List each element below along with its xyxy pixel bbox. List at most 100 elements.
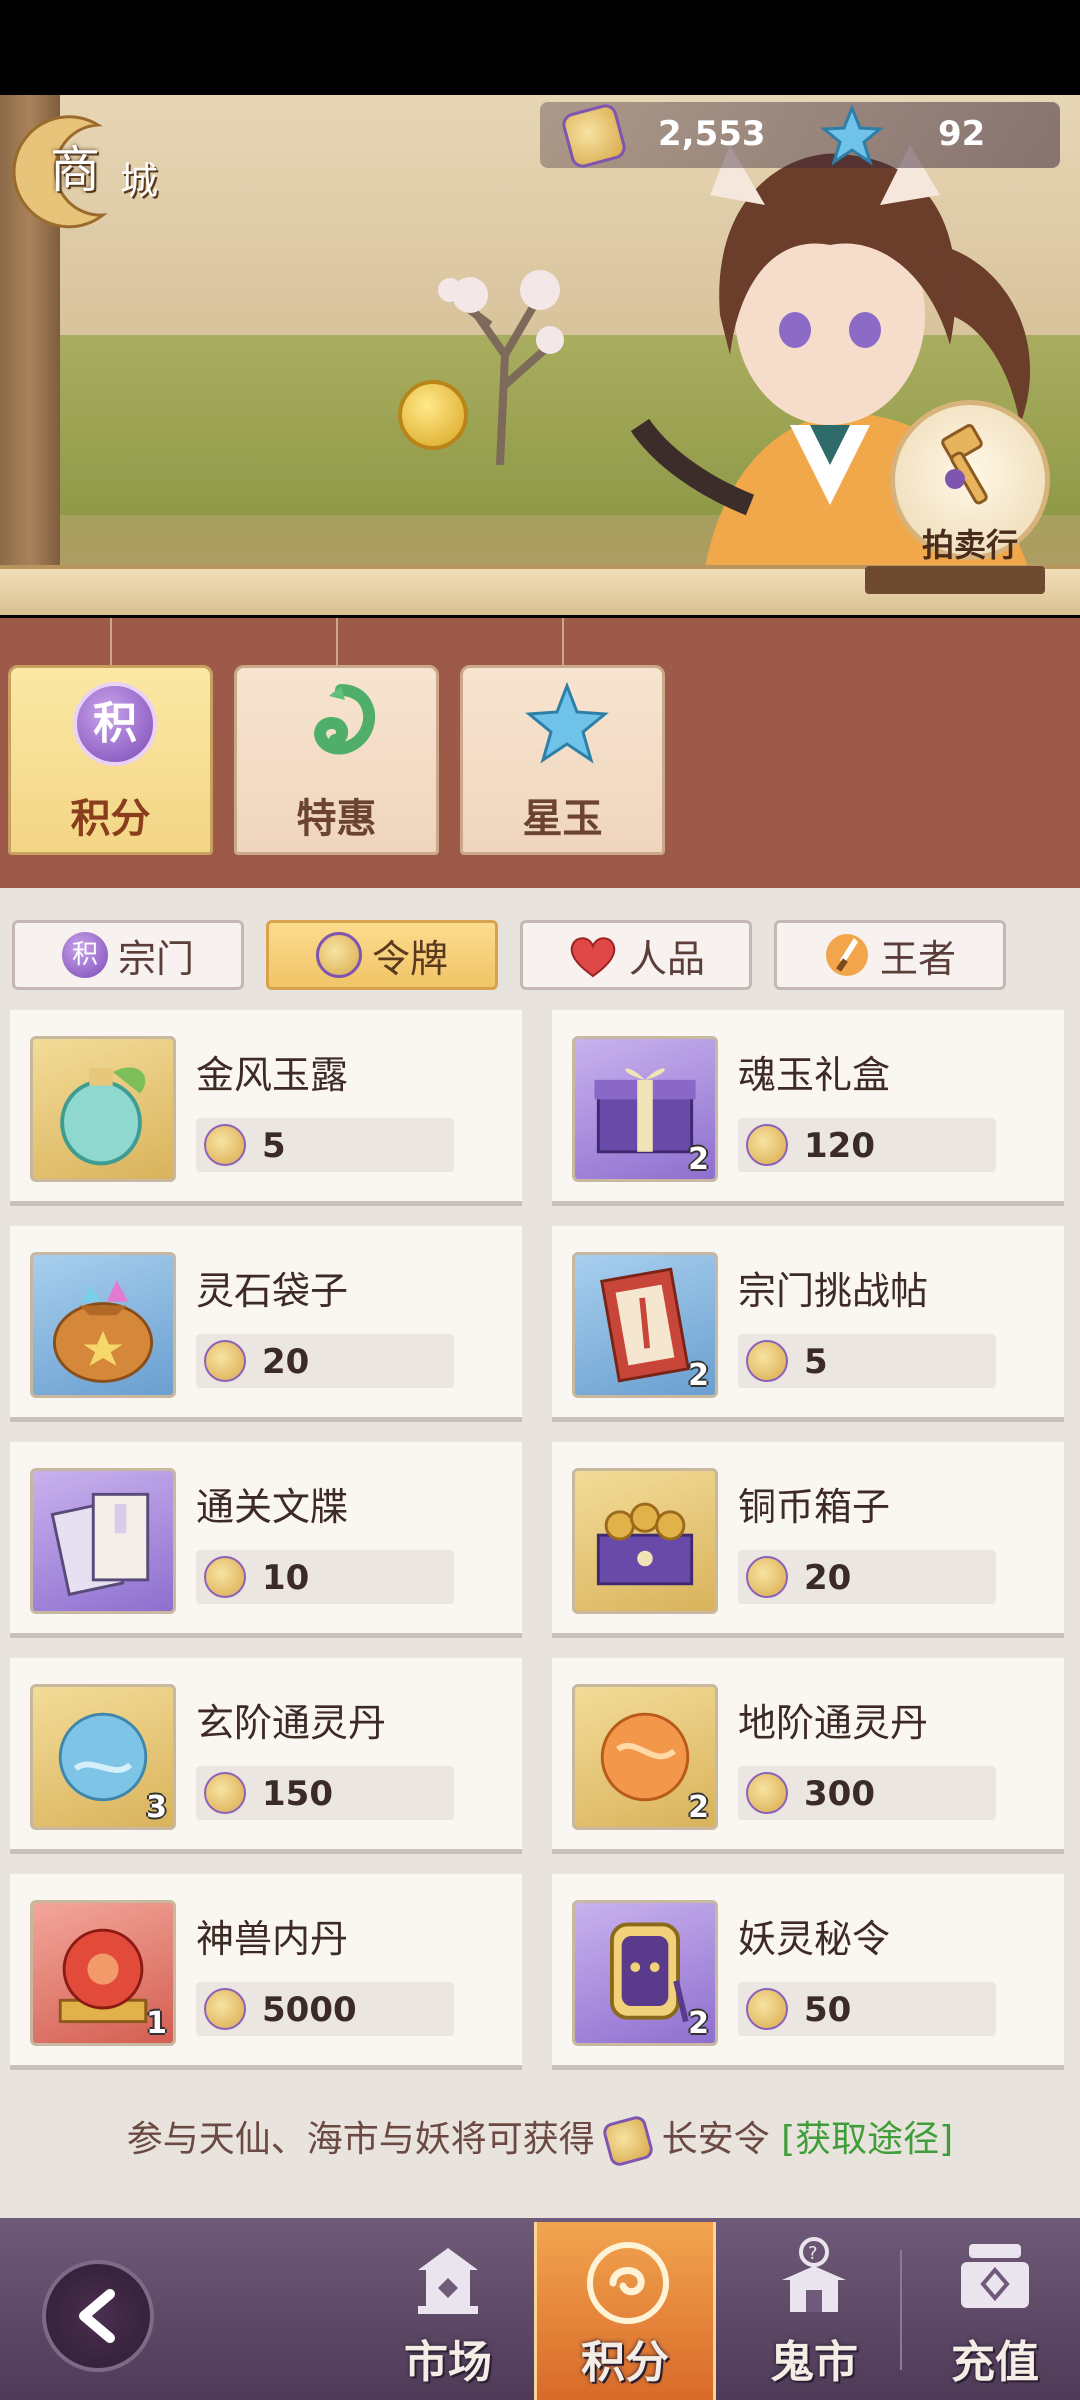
category-tab-points[interactable]: 积 积分 xyxy=(8,665,213,855)
item-price: 120 xyxy=(804,1126,875,1166)
item-card[interactable]: 2 地阶通灵丹 300 xyxy=(552,1658,1064,1854)
item-image xyxy=(30,1252,176,1398)
category-tab-star-jade[interactable]: 星玉 xyxy=(460,665,665,855)
item-price: 5000 xyxy=(262,1990,357,2030)
token-price-icon xyxy=(746,1772,788,1814)
sub-tab-king[interactable]: 王者 xyxy=(774,920,1006,990)
nav-label: 充值 xyxy=(951,2337,1039,2388)
token-price-icon xyxy=(746,1988,788,2030)
item-price-bar: 5000 xyxy=(196,1982,454,2036)
item-price-bar: 150 xyxy=(196,1766,454,1820)
nav-points[interactable]: 积分 xyxy=(534,2222,716,2400)
earn-hint: 参与天仙、海市与妖将可获得 长安令 [获取途径] xyxy=(0,2110,1080,2168)
earn-hint-prefix: 参与天仙、海市与妖将可获得 xyxy=(126,2119,595,2160)
gavel-icon xyxy=(941,424,988,505)
token-price-icon xyxy=(746,1124,788,1166)
item-card[interactable]: 金风玉露 5 xyxy=(10,1010,522,1206)
svg-text:?: ? xyxy=(808,2243,818,2264)
item-price-bar: 20 xyxy=(196,1334,454,1388)
item-card[interactable]: 通关文牒 10 xyxy=(10,1442,522,1638)
item-price-bar: 20 xyxy=(738,1550,996,1604)
item-image: 1 xyxy=(30,1900,176,2046)
item-price: 20 xyxy=(262,1342,310,1382)
sub-tab-token[interactable]: 令牌 xyxy=(266,920,498,990)
item-card[interactable]: 3 玄阶通灵丹 150 xyxy=(10,1658,522,1854)
sub-tab-label: 宗门 xyxy=(117,936,194,981)
item-price: 300 xyxy=(804,1774,875,1814)
sub-tab-label: 人品 xyxy=(628,936,705,981)
star-jade-icon xyxy=(525,682,609,764)
item-price: 20 xyxy=(804,1558,852,1598)
item-quantity: 2 xyxy=(688,1358,709,1393)
star-jade-currency-icon xyxy=(820,104,884,166)
item-image: 3 xyxy=(30,1684,176,1830)
hanging-string xyxy=(110,618,112,668)
gold-coin-icon xyxy=(398,380,468,450)
item-quantity: 2 xyxy=(688,2006,709,2041)
back-arrow-icon xyxy=(79,2289,115,2343)
item-name: 地阶通灵丹 xyxy=(738,1701,929,1745)
sub-tab-sect[interactable]: 积 宗门 xyxy=(12,920,244,990)
item-name: 金风玉露 xyxy=(196,1053,349,1097)
star-jade-balance: 92 xyxy=(938,114,986,154)
item-price-bar: 5 xyxy=(196,1118,454,1172)
item-name: 铜币箱子 xyxy=(738,1485,891,1529)
item-quantity: 1 xyxy=(146,2006,167,2041)
nav-market[interactable]: 市场 xyxy=(368,2222,528,2400)
item-quantity: 2 xyxy=(688,1790,709,1825)
sub-tab-label: 令牌 xyxy=(371,936,448,981)
item-name: 魂玉礼盒 xyxy=(738,1053,891,1097)
token-balance: 2,553 xyxy=(658,114,766,154)
item-card[interactable]: 灵石袋子 20 xyxy=(10,1226,522,1422)
pass-document-icon xyxy=(50,1492,150,1597)
ghost-market-icon: ? xyxy=(782,2237,846,2312)
sub-tab-character[interactable]: 人品 xyxy=(520,920,752,990)
item-quantity: 3 xyxy=(146,1790,167,1825)
token-price-icon xyxy=(204,1556,246,1598)
sword-icon xyxy=(825,934,868,976)
heart-icon xyxy=(570,937,616,978)
item-price-bar: 300 xyxy=(738,1766,996,1820)
nav-label: 积分 xyxy=(581,2337,669,2388)
category-label: 星玉 xyxy=(522,796,603,842)
market-icon xyxy=(418,2248,478,2314)
item-price-bar: 120 xyxy=(738,1118,996,1172)
item-name: 灵石袋子 xyxy=(196,1269,349,1313)
item-image: 2 xyxy=(572,1900,718,2046)
item-price-bar: 50 xyxy=(738,1982,996,2036)
nav-recharge[interactable]: 充值 xyxy=(915,2222,1075,2400)
token-price-icon xyxy=(204,1988,246,2030)
sect-icon: 积 xyxy=(61,932,108,978)
item-price: 150 xyxy=(262,1774,333,1814)
item-name: 玄阶通灵丹 xyxy=(196,1701,387,1745)
category-tab-special[interactable]: 特惠 xyxy=(234,665,439,855)
shop-title: 商 xyxy=(50,141,100,199)
item-image: 2 xyxy=(572,1684,718,1830)
how-to-get-link[interactable]: [获取途径] xyxy=(781,2119,953,2160)
item-image: 2 xyxy=(572,1252,718,1398)
item-card[interactable]: 2 宗门挑战帖 5 xyxy=(552,1226,1064,1422)
back-button[interactable] xyxy=(42,2260,154,2372)
jade-dragon-icon xyxy=(314,684,376,755)
item-card[interactable]: 1 神兽内丹 5000 xyxy=(10,1874,522,2070)
hanging-string xyxy=(562,618,564,668)
points-icon: 积 xyxy=(73,682,157,766)
nav-ghost-market[interactable]: ? 鬼市 xyxy=(734,2222,894,2400)
item-card[interactable]: 2 魂玉礼盒 120 xyxy=(552,1010,1064,1206)
token-icon xyxy=(315,932,362,978)
token-price-icon xyxy=(204,1124,246,1166)
item-name: 妖灵秘令 xyxy=(738,1917,891,1961)
item-card[interactable]: 铜币箱子 20 xyxy=(552,1442,1064,1638)
token-price-icon xyxy=(746,1556,788,1598)
coin-chest-icon xyxy=(596,1502,694,1586)
hanging-string xyxy=(336,618,338,668)
earn-hint-suffix: 长安令 xyxy=(661,2119,770,2160)
item-price: 10 xyxy=(262,1558,310,1598)
item-image xyxy=(572,1468,718,1614)
item-card[interactable]: 2 妖灵秘令 50 xyxy=(552,1874,1064,2070)
nav-label: 鬼市 xyxy=(770,2337,858,2388)
nav-divider xyxy=(900,2250,902,2370)
item-image xyxy=(30,1468,176,1614)
stone-bag-icon xyxy=(52,1280,154,1383)
item-quantity: 2 xyxy=(688,1142,709,1177)
